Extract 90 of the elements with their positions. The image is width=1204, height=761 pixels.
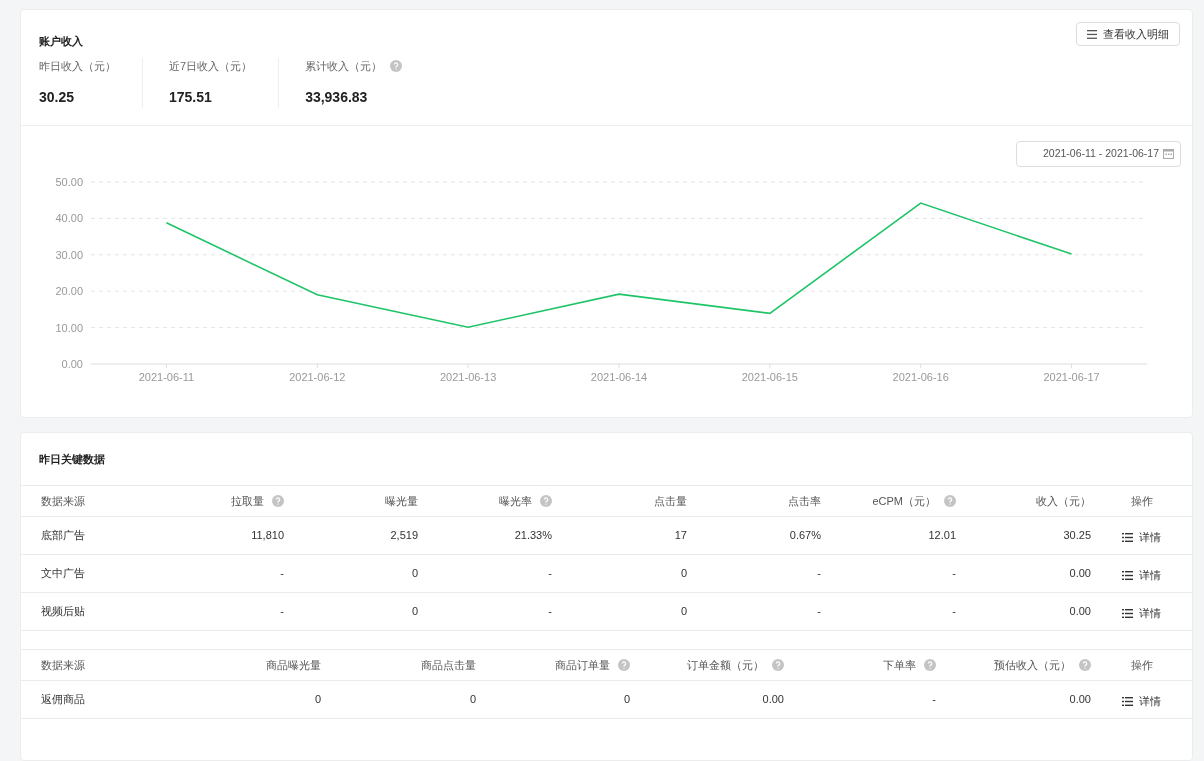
table-cell-text: 返佣商品: [41, 692, 85, 708]
help-icon[interactable]: [924, 658, 936, 671]
help-icon[interactable]: [944, 494, 956, 507]
table-cell-text: 0: [623, 692, 630, 708]
help-icon[interactable]: [618, 658, 630, 671]
table-cell-text: -: [280, 566, 284, 582]
x-axis-label: 2021-06-11: [138, 370, 195, 383]
table-cell-text: 2,519: [390, 528, 418, 544]
y-axis-label: 0.00: [61, 357, 83, 370]
column-header: 操作: [1130, 493, 1153, 509]
y-axis-label: 40.00: [55, 211, 83, 224]
table-cell-text: 0.00: [1069, 604, 1091, 620]
x-axis-label: 2021-06-12: [289, 370, 346, 383]
column-header: 曝光量: [385, 493, 418, 509]
stat-value: 30.25: [39, 87, 76, 107]
table-cell-text: -: [952, 566, 956, 582]
x-axis-label: 2021-06-17: [1043, 370, 1100, 383]
column-header: 点击率: [788, 493, 821, 509]
stat-label: 近7日收入（元）: [169, 58, 253, 74]
table-cell-text: 底部广告: [41, 528, 85, 544]
y-axis-label: 20.00: [55, 284, 83, 297]
list-icon: [1122, 608, 1133, 618]
table-cell-text: 视频后贴: [41, 604, 85, 620]
column-header: 预估收入（元）: [994, 657, 1071, 673]
column-header: 下单率: [883, 657, 916, 673]
calendar-icon: [1163, 148, 1174, 159]
help-icon[interactable]: [1079, 658, 1091, 671]
table-cell-text: 0.00: [762, 692, 784, 708]
column-header: 订单金额（元）: [687, 657, 764, 673]
x-axis-label: 2021-06-14: [590, 370, 648, 383]
column-header: 商品点击量: [421, 657, 476, 673]
stat-label: 昨日收入（元）: [39, 58, 116, 74]
x-axis-label: 2021-06-15: [741, 370, 798, 383]
detail-link[interactable]: 详情: [1122, 529, 1161, 546]
table-cell-text: 21.33%: [514, 528, 552, 544]
table-cell-text: -: [548, 566, 552, 582]
stat-value: 175.51: [169, 87, 213, 107]
table-cell-text: 0: [314, 692, 321, 708]
table-cell-text: 0.00: [1069, 692, 1091, 708]
list-icon: [1122, 532, 1133, 542]
table-cell-text: 0: [411, 604, 418, 620]
table-cell-text: 0.00: [1069, 566, 1091, 582]
y-axis-label: 50.00: [55, 175, 83, 188]
table-cell-text: 文中广告: [41, 566, 85, 582]
x-axis-label: 2021-06-13: [440, 370, 497, 383]
table-cell-text: 0: [411, 566, 418, 582]
column-header: 拉取量: [231, 493, 264, 509]
table-cell-text: -: [817, 604, 821, 620]
card-title: 昨日关键数据: [39, 451, 105, 467]
detail-link[interactable]: 详情: [1122, 605, 1161, 622]
date-range-value: 2021-06-11 - 2021-06-17: [1043, 145, 1159, 161]
menu-icon: [1087, 29, 1097, 39]
date-range-picker[interactable]: 2021-06-11 - 2021-06-17: [1016, 140, 1181, 167]
table-cell-text: 0: [680, 566, 687, 582]
table-cell-text: -: [932, 692, 936, 708]
table-cell-text: 11,810: [251, 528, 284, 544]
table-cell-text: 0: [680, 604, 687, 620]
column-header: 点击量: [654, 493, 687, 509]
column-header: 商品订单量: [555, 657, 610, 673]
x-axis-label: 2021-06-16: [892, 370, 949, 383]
table-cell-text: 30.25: [1063, 528, 1091, 544]
help-icon[interactable]: [772, 658, 784, 671]
table-cell-text: 12.01: [928, 528, 956, 544]
help-icon[interactable]: [390, 59, 403, 72]
table-cell-text: -: [548, 604, 552, 620]
detail-link[interactable]: 详情: [1122, 693, 1161, 710]
table-cell-text: -: [817, 566, 821, 582]
table-cell-text: -: [952, 604, 956, 620]
column-header: 数据来源: [41, 493, 85, 509]
column-header: 操作: [1130, 657, 1153, 673]
table-cell-text: -: [280, 604, 284, 620]
list-icon: [1122, 696, 1133, 706]
stat-value: 33,936.83: [305, 87, 369, 107]
y-axis-label: 30.00: [55, 248, 83, 261]
table-cell-text: 0: [469, 692, 476, 708]
table-cell-text: 0.67%: [789, 528, 821, 544]
help-icon[interactable]: [272, 494, 284, 507]
column-header: 曝光率: [499, 493, 532, 509]
y-axis-label: 10.00: [55, 321, 83, 334]
list-icon: [1122, 570, 1133, 580]
detail-link[interactable]: 详情: [1122, 567, 1161, 584]
income-detail-button[interactable]: 查看收入明细: [1076, 22, 1180, 46]
column-header: eCPM（元）: [872, 493, 936, 509]
stat-label: 累计收入（元）: [305, 58, 383, 74]
help-icon[interactable]: [540, 494, 552, 507]
card-title: 账户收入: [39, 34, 83, 49]
table-cell-text: 17: [674, 528, 687, 544]
column-header: 收入（元）: [1036, 493, 1091, 509]
column-header: 商品曝光量: [266, 657, 321, 673]
column-header: 数据来源: [41, 657, 85, 673]
